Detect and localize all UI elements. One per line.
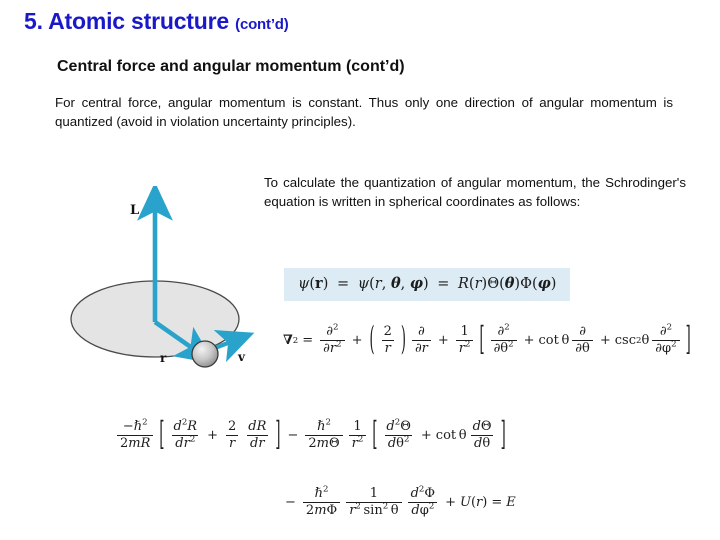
paragraph-quantization: To calculate the quantization of angular… — [264, 175, 686, 209]
section-subtitle: Central force and angular momentum (cont… — [57, 58, 405, 75]
equation-wavefunction-separation: ψ(r) = ψ(r, θ, φ) = R(r)Θ(θ)Φ(φ) — [284, 268, 571, 301]
page-title-main: 5. Atomic structure — [24, 8, 229, 34]
equation-laplacian-spherical: ∇ 2 = ∂2 ∂r2 + ( 2 r ) ∂ ∂r + 1 r2 [ ∂2 ∂… — [283, 321, 691, 360]
paragraph-central-force: For central force, angular momentum is c… — [55, 95, 673, 129]
label-r: r — [160, 351, 167, 365]
equation-schrodinger-azimuthal: − ℏ2 2mΦ 1 r2 sin2 θ d2Φ dφ2 + U(r) = E — [285, 484, 516, 519]
label-v: v — [237, 350, 246, 364]
orbiting-particle — [191, 340, 219, 368]
page-title-cont: (cont’d) — [235, 16, 289, 33]
page-title: 5. Atomic structure (cont’d) — [24, 8, 289, 35]
angular-momentum-orbit-diagram: L r v — [55, 186, 273, 386]
label-L: L — [130, 203, 139, 218]
equation-schrodinger-radial-polar: −ℏ2 2mR [ d2R dr2 + 2 r dR dr ] − ℏ2 2mΘ… — [114, 416, 509, 455]
